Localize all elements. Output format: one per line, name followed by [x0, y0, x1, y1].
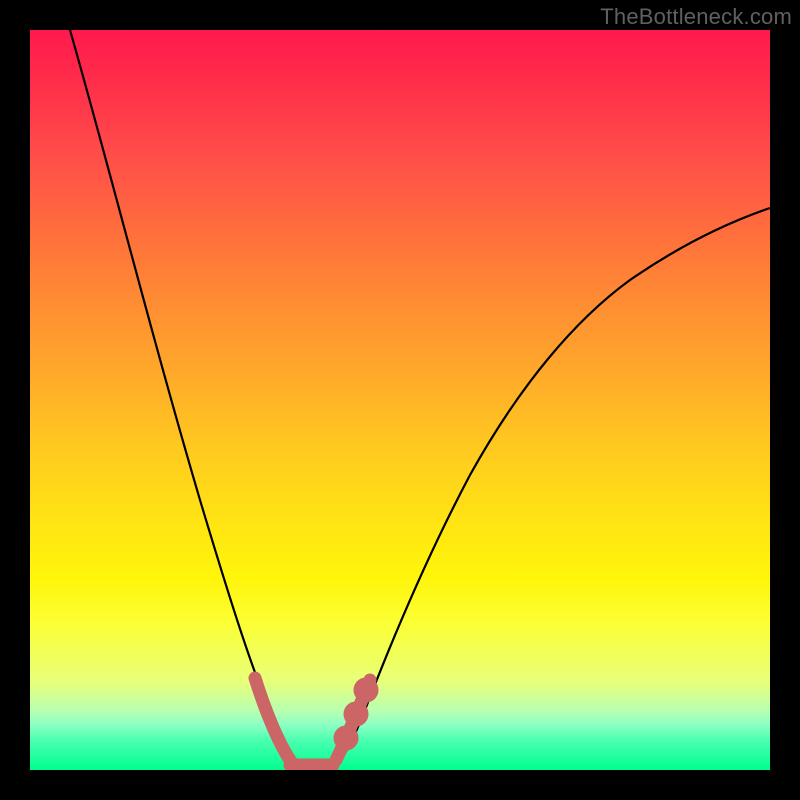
bottleneck-curve-svg: [30, 30, 770, 770]
watermark-label: TheBottleneck.com: [600, 4, 792, 30]
valley-band-group: [255, 678, 372, 765]
valley-dot-2: [350, 708, 362, 720]
plot-area: [30, 30, 770, 770]
valley-dot-1: [340, 732, 352, 744]
chart-frame: TheBottleneck.com: [0, 0, 800, 800]
valley-dot-3: [360, 684, 372, 696]
valley-band-left: [255, 678, 290, 760]
bottleneck-curve-path: [70, 30, 770, 767]
